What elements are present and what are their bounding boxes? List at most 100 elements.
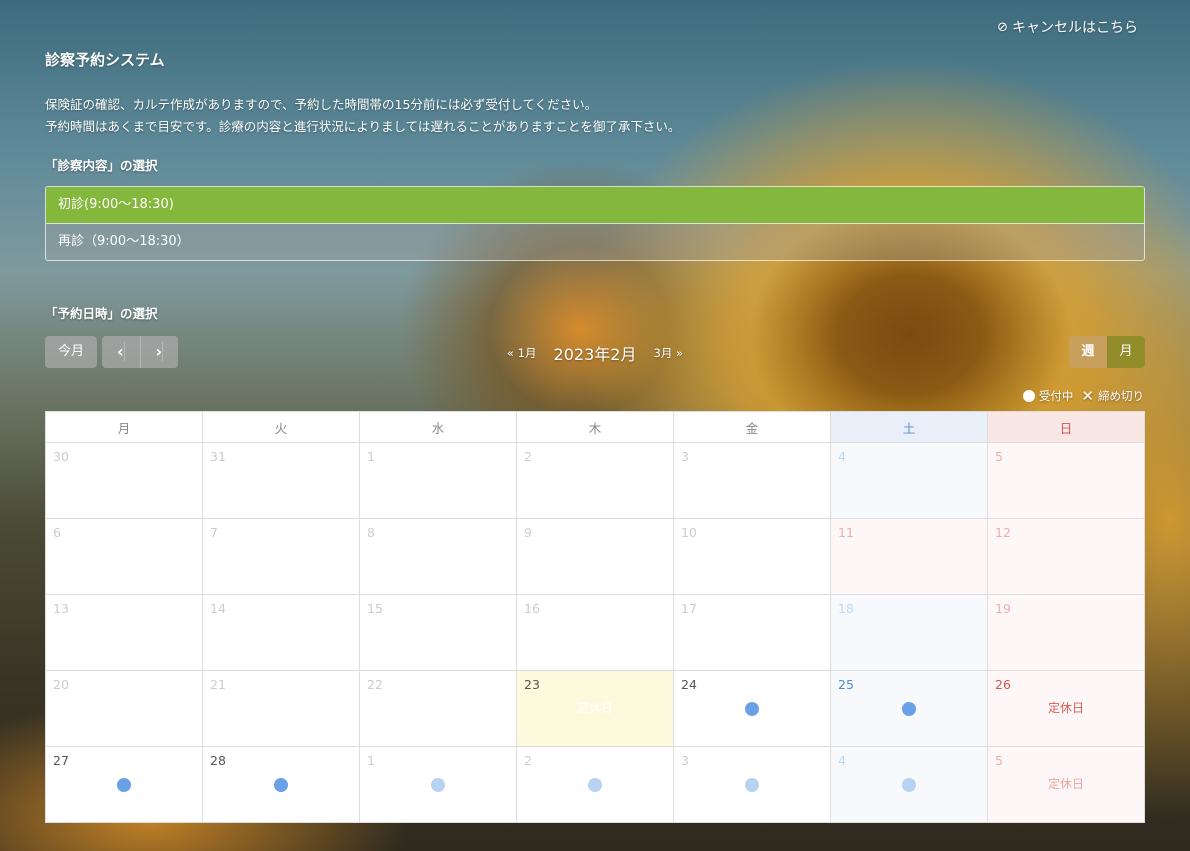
calendar-day-available[interactable]: 24 bbox=[673, 670, 831, 747]
day-number: 4 bbox=[838, 449, 846, 464]
calendar-day-available[interactable]: 25 bbox=[830, 670, 988, 747]
day-number: 24 bbox=[681, 677, 697, 692]
day-number: 27 bbox=[53, 753, 69, 768]
menu-list: 初診(9:00〜18:30) 再診（9:00〜18:30） bbox=[45, 186, 1145, 261]
calendar-day[interactable]: 4 bbox=[830, 746, 988, 823]
calendar-day: 5 定休日 bbox=[987, 746, 1145, 823]
day-number: 11 bbox=[838, 525, 854, 540]
calendar-week: 13 14 15 16 17 18 19 bbox=[45, 594, 1145, 671]
calendar-day: 9 bbox=[516, 518, 674, 595]
calendar-day: 10 bbox=[673, 518, 831, 595]
day-number: 14 bbox=[210, 601, 226, 616]
holiday-label: 定休日 bbox=[1047, 701, 1084, 715]
next-month-label: 3月 bbox=[653, 346, 673, 360]
calendar-day[interactable]: 1 bbox=[359, 746, 517, 823]
day-number: 22 bbox=[367, 677, 383, 692]
open-dot-icon[interactable] bbox=[117, 778, 131, 792]
calendar-day: 19 bbox=[987, 594, 1145, 671]
open-dot-icon[interactable] bbox=[588, 778, 602, 792]
calendar-day: 21 bbox=[202, 670, 360, 747]
day-number: 15 bbox=[367, 601, 383, 616]
notice-line-1: 保険証の確認、カルテ作成がありますので、予約した時間帯の15分前には必ず受付して… bbox=[45, 97, 598, 112]
day-number: 4 bbox=[838, 753, 846, 768]
month-view-button[interactable]: 月 bbox=[1107, 336, 1145, 368]
day-number: 23 bbox=[524, 677, 540, 692]
calendar-week: 6 7 8 9 10 11 12 bbox=[45, 518, 1145, 595]
ban-icon: ⊘ bbox=[997, 19, 1008, 35]
calendar-day-available[interactable]: 27 bbox=[45, 746, 203, 823]
calendar-week: 27 28 1 2 3 4 5 定休日 bbox=[45, 746, 1145, 823]
date-section-title: 「予約日時」の選択 bbox=[45, 306, 158, 321]
day-number: 3 bbox=[681, 753, 689, 768]
calendar-day: 2 bbox=[516, 442, 674, 519]
legend-closed-label: 締め切り bbox=[1098, 389, 1144, 403]
week-view-button[interactable]: 週 bbox=[1069, 336, 1107, 368]
open-dot-icon[interactable] bbox=[745, 778, 759, 792]
calendar-day-available[interactable]: 28 bbox=[202, 746, 360, 823]
weekday-fri: 金 bbox=[673, 411, 831, 443]
calendar-week: 30 31 1 2 3 4 5 bbox=[45, 442, 1145, 519]
day-number: 10 bbox=[681, 525, 697, 540]
calendar-day: 1 bbox=[359, 442, 517, 519]
menu-section-title: 「診察内容」の選択 bbox=[45, 158, 158, 173]
day-number: 1 bbox=[367, 449, 375, 464]
day-number: 13 bbox=[53, 601, 69, 616]
close-x-icon: ✕ bbox=[1081, 387, 1094, 405]
calendar-day: 13 bbox=[45, 594, 203, 671]
day-number: 8 bbox=[367, 525, 375, 540]
day-number: 21 bbox=[210, 677, 226, 692]
calendar-day: 12 bbox=[987, 518, 1145, 595]
notice-line-2: 予約時間はあくまで目安です。診療の内容と進行状況によりましては遅れることがありま… bbox=[45, 119, 681, 134]
view-toggle: 週 月 bbox=[1069, 336, 1145, 368]
calendar-day[interactable]: 3 bbox=[673, 746, 831, 823]
prev-month-link[interactable]: « 1月 bbox=[507, 346, 537, 360]
calendar-day[interactable]: 2 bbox=[516, 746, 674, 823]
prev-month-label: 1月 bbox=[517, 346, 537, 360]
status-slot bbox=[831, 699, 987, 719]
menu-item-first-visit[interactable]: 初診(9:00〜18:30) bbox=[46, 187, 1144, 223]
calendar-day: 30 bbox=[45, 442, 203, 519]
day-number: 2 bbox=[524, 753, 532, 768]
day-number: 16 bbox=[524, 601, 540, 616]
open-dot-icon[interactable] bbox=[745, 702, 759, 716]
open-dot-icon[interactable] bbox=[902, 702, 916, 716]
day-number: 6 bbox=[53, 525, 61, 540]
open-dot-icon[interactable] bbox=[902, 778, 916, 792]
calendar-day: 6 bbox=[45, 518, 203, 595]
day-number: 1 bbox=[367, 753, 375, 768]
status-slot bbox=[831, 775, 987, 795]
status-slot bbox=[674, 775, 830, 795]
open-dot-icon[interactable] bbox=[431, 778, 445, 792]
open-dot-icon bbox=[1022, 390, 1035, 402]
day-number: 5 bbox=[995, 449, 1003, 464]
legend: 受付中 ✕ 締め切り bbox=[1022, 387, 1144, 405]
holiday-label: 定休日 bbox=[1047, 777, 1084, 791]
calendar-day: 17 bbox=[673, 594, 831, 671]
calendar-day: 18 bbox=[830, 594, 988, 671]
status-slot bbox=[517, 775, 673, 795]
calendar-grid: 月 火 水 木 金 土 日 30 31 1 2 3 4 5 6 7 8 9 10… bbox=[45, 411, 1145, 823]
weekday-tue: 火 bbox=[202, 411, 360, 443]
next-month-link[interactable]: 3月 » bbox=[654, 346, 684, 360]
calendar-day: 7 bbox=[202, 518, 360, 595]
status-slot bbox=[46, 775, 202, 795]
calendar-day: 20 bbox=[45, 670, 203, 747]
holiday-label: 定休日 bbox=[576, 701, 613, 715]
day-number: 26 bbox=[995, 677, 1011, 692]
calendar-day: 4 bbox=[830, 442, 988, 519]
day-number: 31 bbox=[210, 449, 226, 464]
day-number: 19 bbox=[995, 601, 1011, 616]
day-number: 28 bbox=[210, 753, 226, 768]
calendar-day: 8 bbox=[359, 518, 517, 595]
weekday-mon: 月 bbox=[45, 411, 203, 443]
day-number: 17 bbox=[681, 601, 697, 616]
weekday-header: 月 火 水 木 金 土 日 bbox=[45, 411, 1145, 443]
calendar-day: 22 bbox=[359, 670, 517, 747]
open-dot-icon[interactable] bbox=[274, 778, 288, 792]
calendar-day: 14 bbox=[202, 594, 360, 671]
status-slot bbox=[203, 775, 359, 795]
menu-item-revisit[interactable]: 再診（9:00〜18:30） bbox=[46, 223, 1144, 260]
day-number: 2 bbox=[524, 449, 532, 464]
day-number: 30 bbox=[53, 449, 69, 464]
cancel-link[interactable]: ⊘ キャンセルはこちら bbox=[997, 17, 1138, 37]
